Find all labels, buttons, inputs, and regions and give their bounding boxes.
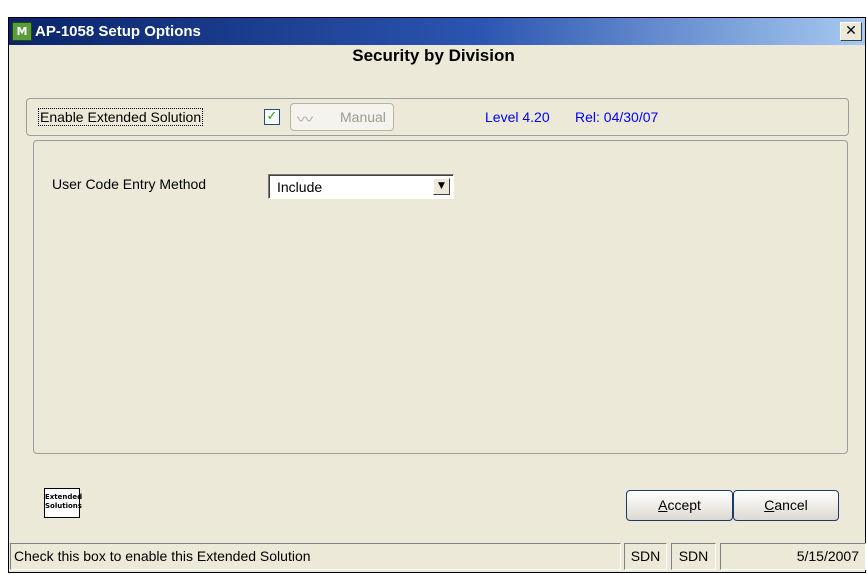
enable-extended-solution-label[interactable]: Enable Extended Solution — [38, 108, 204, 126]
status-bar: Check this box to enable this Extended S… — [8, 543, 866, 571]
status-date: 5/15/2007 — [720, 543, 866, 570]
version-level: Level 4.20 — [485, 109, 550, 125]
title-bar[interactable]: M AP-1058 Setup Options ✕ — [9, 18, 865, 45]
select-value: Include — [277, 179, 323, 195]
release-date: Rel: 04/30/07 — [575, 109, 659, 125]
app-icon: M — [12, 22, 32, 41]
manual-button-label: Manual — [340, 109, 386, 125]
accept-button[interactable]: Accept — [626, 490, 733, 521]
extended-solutions-logo: Extended Solutions — [44, 488, 83, 518]
status-message: Check this box to enable this Extended S… — [10, 543, 621, 570]
dropdown-arrow-icon[interactable]: ▼ — [433, 178, 450, 195]
logo-line-1: Extended — [45, 493, 83, 501]
close-icon[interactable]: ✕ — [840, 22, 862, 41]
user-code-entry-method-label: User Code Entry Method — [52, 176, 207, 192]
manual-icon: 〰 — [297, 110, 314, 129]
enable-extended-solution-checkbox[interactable]: ✓ — [264, 109, 280, 125]
status-user-2: SDN — [671, 543, 716, 570]
cancel-button[interactable]: Cancel — [733, 490, 839, 521]
page-title: Security by Division — [352, 46, 515, 65]
status-user-1: SDN — [624, 543, 667, 570]
manual-button[interactable]: 〰 Manual — [290, 103, 394, 131]
logo-line-2: Solutions — [45, 502, 82, 510]
window-title: AP-1058 Setup Options — [35, 23, 201, 40]
user-code-entry-method-select[interactable]: Include ▼ — [268, 174, 454, 199]
